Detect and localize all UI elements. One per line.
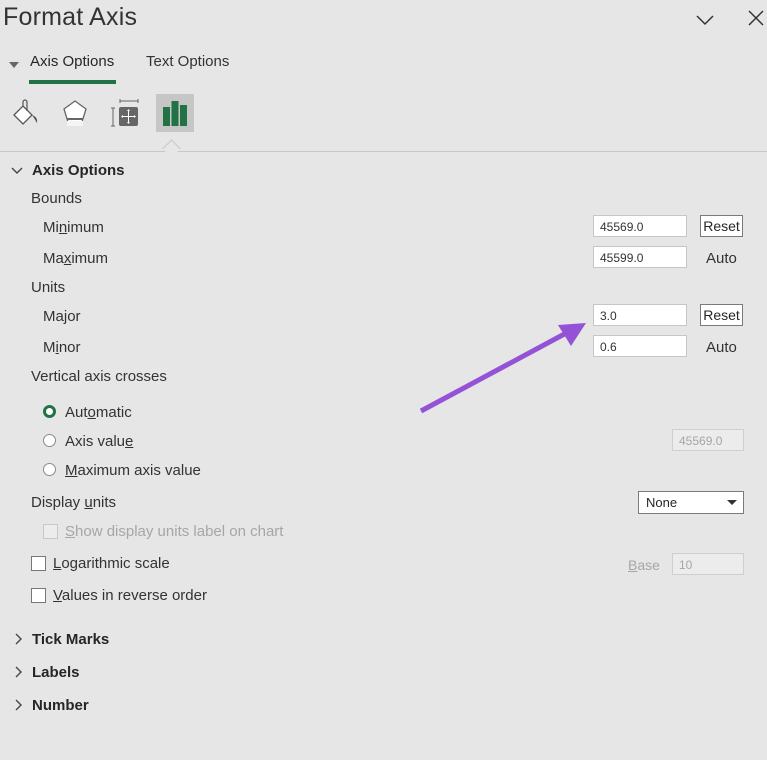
display-units-select[interactable]: None	[638, 491, 744, 514]
options-dropdown-caret[interactable]	[9, 62, 19, 68]
major-units-field[interactable]: 3.0	[593, 304, 687, 326]
minor-label: Minor	[43, 339, 81, 356]
show-display-units-label: Show display units label on chart	[65, 523, 283, 540]
chevron-down-icon	[11, 167, 23, 174]
log-base-field[interactable]: 10	[672, 553, 744, 575]
access-key: e	[125, 433, 134, 450]
effects-icon	[63, 100, 87, 126]
automatic-radio[interactable]	[43, 405, 56, 418]
display-units-label: Display units	[31, 494, 116, 511]
dropdown-caret-icon	[727, 500, 737, 505]
axis-value-label[interactable]: Axis value	[65, 433, 133, 450]
chevron-down-icon	[696, 15, 714, 26]
major-reset-button[interactable]: Reset	[700, 304, 743, 326]
label-part: how display units label on chart	[75, 523, 284, 540]
label-part: nor	[58, 339, 81, 356]
chevron-right-icon	[15, 633, 22, 645]
logarithmic-scale-label[interactable]: Logarithmic scale	[53, 555, 170, 572]
size-properties-tab[interactable]	[106, 94, 144, 132]
label-part: nits	[92, 494, 117, 511]
axis-options-tab[interactable]	[156, 94, 194, 132]
number-section-header[interactable]: Number	[32, 697, 89, 714]
axis-options-section-header[interactable]: Axis Options	[32, 162, 125, 179]
minimum-reset-button[interactable]: Reset	[700, 215, 743, 237]
arrow-head	[558, 323, 586, 346]
automatic-label[interactable]: Automatic	[65, 404, 132, 421]
fill-line-tab[interactable]	[6, 94, 44, 132]
label-part: M	[43, 339, 56, 356]
label-part: aximum axis value	[77, 462, 201, 479]
maximum-axis-value-label[interactable]: Maximum axis value	[65, 462, 201, 479]
axis-options-section-toggle[interactable]	[10, 163, 24, 182]
show-display-units-checkbox[interactable]	[43, 524, 58, 539]
label-part: Ma	[43, 308, 64, 325]
access-key: S	[65, 523, 76, 540]
pane-title: Format Axis	[3, 3, 138, 31]
active-tab-indicator	[29, 80, 116, 84]
maximum-label: Maximum	[43, 250, 108, 267]
close-pane-button[interactable]	[746, 8, 766, 33]
tab-text-options[interactable]: Text Options	[146, 53, 229, 70]
access-key: M	[65, 462, 78, 479]
label-part: alues in reverse order	[61, 587, 207, 604]
units-label: Units	[31, 279, 66, 296]
base-label: Base	[628, 557, 660, 573]
maximum-bound-field[interactable]: 45599.0	[593, 246, 687, 268]
label-part: ase	[637, 557, 660, 573]
reverse-order-checkbox[interactable]	[31, 588, 46, 603]
minimum-bound-field[interactable]: 45569.0	[593, 215, 687, 237]
effects-tab[interactable]	[56, 94, 94, 132]
labels-section-toggle[interactable]	[12, 665, 24, 684]
number-section-toggle[interactable]	[12, 698, 24, 717]
tick-marks-section-header[interactable]: Tick Marks	[32, 631, 109, 648]
minor-auto-label: Auto	[706, 339, 737, 356]
tick-marks-section-toggle[interactable]	[12, 632, 24, 651]
logarithmic-scale-checkbox[interactable]	[31, 556, 46, 571]
tab-divider	[0, 151, 767, 152]
label-part: matic	[95, 404, 132, 421]
tab-axis-options[interactable]: Axis Options	[30, 53, 114, 70]
axis-value-field[interactable]: 45569.0	[672, 429, 744, 451]
labels-section-header[interactable]: Labels	[32, 664, 80, 681]
access-key: B	[628, 557, 638, 573]
active-icon-pointer	[162, 139, 181, 158]
bounds-label: Bounds	[31, 190, 82, 207]
maximum-auto-label: Auto	[706, 250, 737, 267]
chevron-right-icon	[15, 666, 22, 678]
access-key: n	[58, 219, 68, 236]
reverse-order-label[interactable]: Values in reverse order	[53, 587, 207, 604]
minimum-label: Minimum	[43, 219, 104, 236]
label-part: or	[67, 308, 81, 325]
label-part: Display	[31, 494, 85, 511]
fill-line-icon	[13, 99, 38, 125]
label-part: ogarithmic scale	[61, 555, 170, 572]
access-key: o	[87, 404, 96, 421]
display-units-value: None	[646, 495, 678, 510]
chevron-right-icon	[15, 699, 22, 711]
label-part: imum	[67, 219, 104, 236]
major-label: Major	[43, 308, 81, 325]
label-part: Axis valu	[65, 433, 126, 450]
axis-value-radio[interactable]	[43, 434, 56, 447]
minor-units-field[interactable]: 0.6	[593, 335, 687, 357]
label-part: Mi	[43, 219, 59, 236]
label-part: Aut	[65, 404, 88, 421]
access-key: u	[84, 494, 93, 511]
vertical-axis-crosses-label: Vertical axis crosses	[31, 368, 167, 385]
close-icon	[748, 10, 764, 26]
label-part: imum	[71, 250, 109, 267]
arrow-shaft	[419, 328, 572, 414]
access-key: V	[53, 587, 62, 604]
collapse-pane-button[interactable]	[695, 10, 715, 35]
size-properties-icon	[111, 99, 139, 127]
label-part: Ma	[43, 250, 64, 267]
maximum-axis-value-radio[interactable]	[43, 463, 56, 476]
axis-options-icon	[163, 101, 187, 126]
